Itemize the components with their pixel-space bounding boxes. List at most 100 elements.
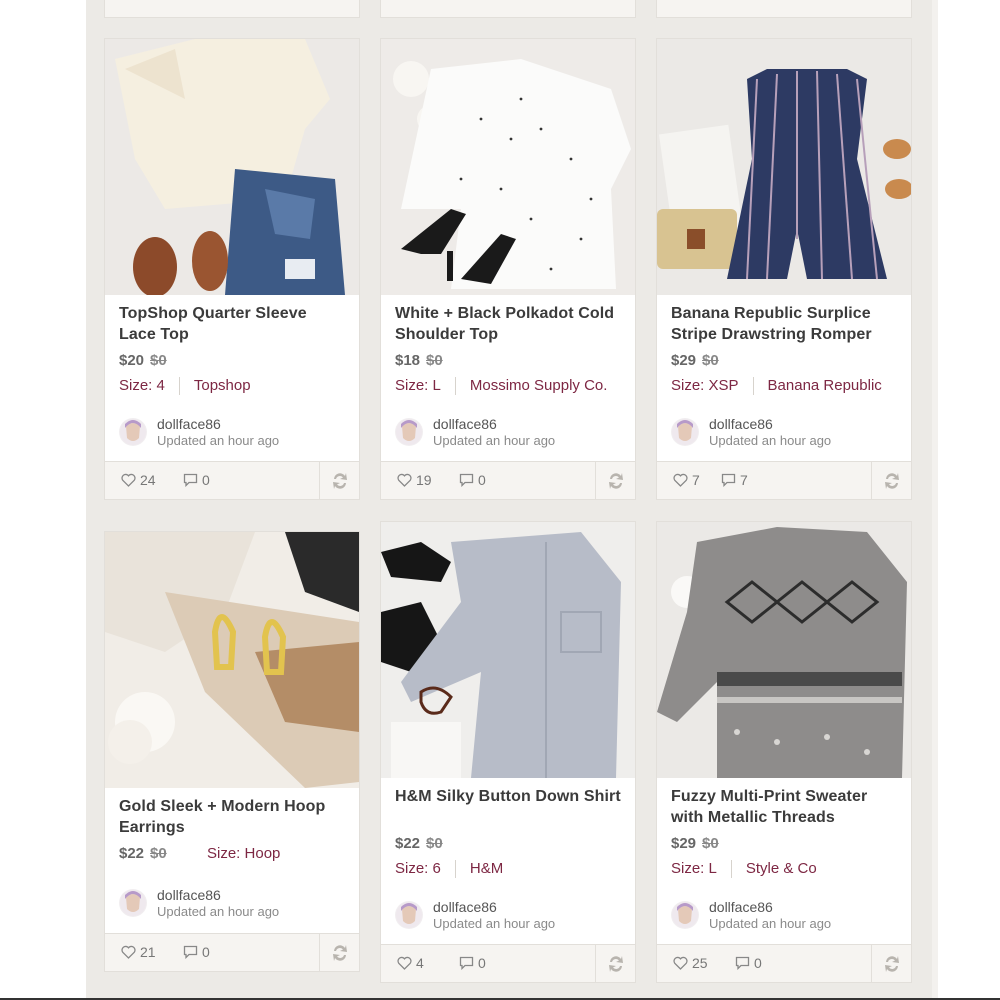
price-original: $0 (702, 835, 719, 852)
avatar[interactable] (671, 901, 699, 929)
listing-price: $18 $0 (395, 352, 443, 369)
speech-bubble-icon (721, 473, 736, 487)
brand-link[interactable]: Topshop (194, 377, 251, 394)
scrollbar[interactable] (932, 0, 938, 1000)
listing-image[interactable] (657, 39, 911, 295)
seller-username[interactable]: dollface86 (433, 416, 497, 432)
listing-price: $22 $0 (395, 835, 443, 852)
listing-title[interactable]: White + Black Polkadot Cold Shoulder Top (395, 303, 623, 345)
listing-title[interactable]: Gold Sleek + Modern Hoop Earrings (119, 796, 347, 838)
comment-button[interactable]: 0 (459, 472, 486, 488)
listing-card[interactable]: White + Black Polkadot Cold Shoulder Top… (380, 38, 636, 500)
updated-time: Updated an hour ago (433, 916, 556, 931)
comment-button[interactable]: 0 (459, 955, 486, 971)
listing-image[interactable] (381, 39, 635, 295)
size-link[interactable]: Size: L (395, 377, 441, 394)
speech-bubble-icon (459, 956, 474, 970)
listing-card[interactable]: Fuzzy Multi-Print Sweater with Metallic … (656, 521, 912, 983)
divider (454, 377, 456, 396)
price-original: $0 (702, 352, 719, 369)
like-count: 25 (692, 955, 708, 971)
avatar[interactable] (395, 418, 423, 446)
avatar[interactable] (671, 418, 699, 446)
like-button[interactable]: 19 (397, 472, 432, 488)
heart-outline-icon (673, 956, 688, 970)
listing-price: $20 $0 (119, 352, 167, 369)
comment-button[interactable]: 0 (183, 472, 210, 488)
seller-username[interactable]: dollface86 (157, 416, 221, 432)
like-button[interactable]: 4 (397, 955, 424, 971)
size-link[interactable]: Size: 4 (119, 377, 165, 394)
like-button[interactable]: 7 (673, 472, 700, 488)
comment-button[interactable]: 0 (183, 944, 210, 960)
size-link[interactable]: Size: Hoop (207, 845, 280, 862)
divider (454, 860, 456, 879)
like-count: 21 (140, 944, 156, 960)
previous-card-footer (104, 0, 360, 18)
avatar[interactable] (395, 901, 423, 929)
listing-image[interactable] (105, 532, 359, 788)
seller-username[interactable]: dollface86 (433, 899, 497, 915)
seller-username[interactable]: dollface86 (709, 416, 773, 432)
avatar[interactable] (119, 418, 147, 446)
brand-link[interactable]: Style & Co (746, 860, 817, 877)
seller-username[interactable]: dollface86 (157, 887, 221, 903)
comment-button[interactable]: 0 (735, 955, 762, 971)
listing-meta: Size: 6 H&M (395, 860, 503, 879)
price-original: $0 (150, 352, 167, 369)
share-button[interactable] (595, 945, 635, 982)
price-current: $22 (119, 845, 145, 862)
listing-title[interactable]: TopShop Quarter Sleeve Lace Top (119, 303, 347, 345)
seller-username[interactable]: dollface86 (709, 899, 773, 915)
listing-price: $29 $0 (671, 835, 719, 852)
share-button[interactable] (595, 462, 635, 499)
listing-image[interactable] (105, 39, 359, 295)
comment-count: 7 (740, 472, 748, 488)
listing-title[interactable]: Fuzzy Multi-Print Sweater with Metallic … (671, 786, 899, 828)
share-arrows-icon (609, 956, 623, 972)
share-button[interactable] (319, 934, 359, 971)
size-link[interactable]: Size: L (671, 860, 717, 877)
listing-title[interactable]: H&M Silky Button Down Shirt (395, 786, 623, 807)
comment-button[interactable]: 7 (721, 472, 748, 488)
heart-outline-icon (673, 473, 688, 487)
listing-meta: Size: L Style & Co (671, 860, 817, 879)
share-button[interactable] (871, 462, 911, 499)
listing-price: $29 $0 (671, 352, 719, 369)
card-footer: 21 0 (105, 933, 359, 971)
listing-card[interactable]: Banana Republic Surplice Stripe Drawstri… (656, 38, 912, 500)
like-button[interactable]: 21 (121, 944, 156, 960)
listing-image[interactable] (657, 522, 911, 778)
brand-link[interactable]: Mossimo Supply Co. (470, 377, 608, 394)
share-button[interactable] (319, 462, 359, 499)
listing-card[interactable]: Gold Sleek + Modern Hoop Earrings $22 $0 … (104, 531, 360, 972)
listing-meta: Size: 4 Topshop (119, 377, 251, 396)
price-current: $22 (395, 835, 421, 852)
like-button[interactable]: 25 (673, 955, 708, 971)
listing-image[interactable] (381, 522, 635, 778)
previous-card-footer (656, 0, 912, 18)
updated-time: Updated an hour ago (157, 904, 280, 919)
brand-link[interactable]: Banana Republic (768, 377, 882, 394)
comment-count: 0 (202, 944, 210, 960)
card-footer: 19 0 (381, 461, 635, 499)
like-count: 4 (416, 955, 424, 971)
listing-card[interactable]: H&M Silky Button Down Shirt $22 $0 Size: … (380, 521, 636, 983)
size-link[interactable]: Size: XSP (671, 377, 739, 394)
listing-feed: TopShop Quarter Sleeve Lace Top $20 $0 Si… (86, 0, 932, 1000)
share-arrows-icon (885, 956, 899, 972)
updated-time: Updated an hour ago (157, 433, 280, 448)
brand-link[interactable]: H&M (470, 860, 503, 877)
listing-title[interactable]: Banana Republic Surplice Stripe Drawstri… (671, 303, 899, 345)
heart-outline-icon (397, 956, 412, 970)
price-original: $0 (150, 845, 167, 862)
price-current: $18 (395, 352, 421, 369)
share-button[interactable] (871, 945, 911, 982)
size-link[interactable]: Size: 6 (395, 860, 441, 877)
avatar[interactable] (119, 889, 147, 917)
like-button[interactable]: 24 (121, 472, 156, 488)
like-count: 24 (140, 472, 156, 488)
listing-card[interactable]: TopShop Quarter Sleeve Lace Top $20 $0 Si… (104, 38, 360, 500)
share-arrows-icon (885, 473, 899, 489)
listing-meta: Size: Hoop (207, 845, 280, 862)
